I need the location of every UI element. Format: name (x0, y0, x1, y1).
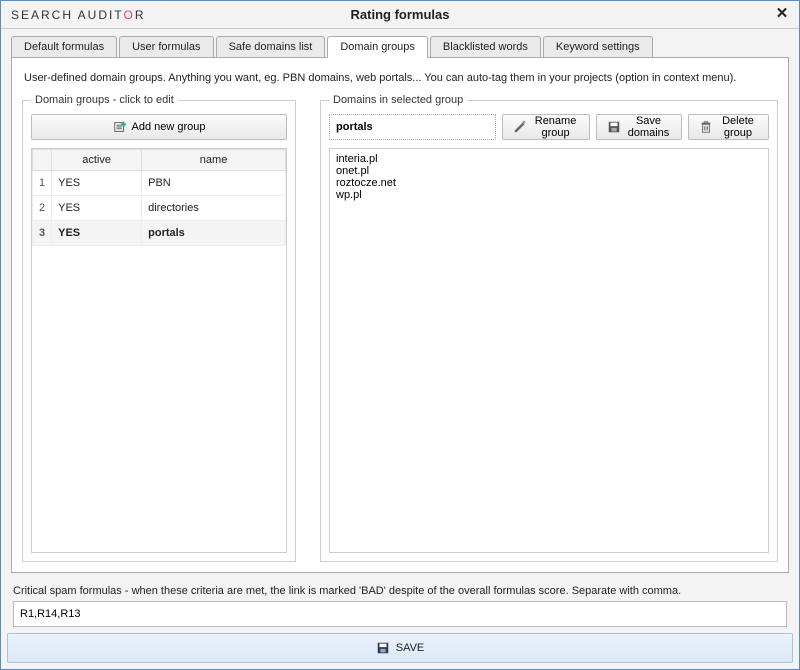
brand-logo: SEARCH AUDITOR (1, 8, 145, 22)
titlebar: SEARCH AUDITOR Rating formulas ✕ (1, 1, 799, 29)
rename-group-label: Rename group (532, 115, 579, 139)
domain-list-textarea[interactable] (329, 148, 769, 553)
pencil-icon (513, 120, 527, 134)
close-button[interactable]: ✕ (773, 5, 791, 23)
rename-group-button[interactable]: Rename group (502, 114, 590, 140)
group-name-input[interactable] (329, 114, 496, 140)
tab-domain-groups[interactable]: Domain groups (327, 36, 428, 58)
table-row[interactable]: 3 YES portals (33, 221, 286, 246)
floppy-icon (607, 120, 621, 134)
rating-formulas-window: SEARCH AUDITOR Rating formulas ✕ Default… (0, 0, 800, 670)
tab-blacklisted-words[interactable]: Blacklisted words (430, 36, 541, 58)
delete-group-button[interactable]: Delete group (688, 114, 769, 140)
add-new-group-button[interactable]: Add new group (31, 114, 287, 140)
domain-groups-table: active name 1 YES PBN (31, 148, 287, 553)
domain-groups-fieldset: Domain groups - click to edit Add new gr… (22, 94, 296, 562)
critical-formulas-label: Critical spam formulas - when these crit… (13, 585, 787, 597)
group-actions-row: Rename group Save domains (329, 114, 769, 140)
domain-groups-legend: Domain groups - click to edit (31, 94, 178, 106)
tab-keyword-settings[interactable]: Keyword settings (543, 36, 653, 58)
right-column: Domains in selected group Rename group (320, 94, 778, 562)
tab-default-formulas[interactable]: Default formulas (11, 36, 117, 58)
domains-in-group-fieldset: Domains in selected group Rename group (320, 94, 778, 562)
save-button-label: SAVE (396, 642, 425, 654)
tab-panel-domain-groups: User-defined domain groups. Anything you… (11, 57, 789, 573)
save-domains-button[interactable]: Save domains (596, 114, 682, 140)
columns: Domain groups - click to edit Add new gr… (22, 94, 778, 562)
tab-safe-domains[interactable]: Safe domains list (216, 36, 326, 58)
add-new-group-label: Add new group (132, 121, 206, 133)
add-group-icon (113, 120, 127, 134)
table-row[interactable]: 2 YES directories (33, 196, 286, 221)
domains-in-group-legend: Domains in selected group (329, 94, 467, 106)
tab-bar: Default formulas User formulas Safe doma… (1, 29, 799, 57)
panel-description: User-defined domain groups. Anything you… (24, 72, 776, 84)
table-row[interactable]: 1 YES PBN (33, 171, 286, 196)
save-domains-label: Save domains (626, 115, 671, 139)
col-name: name (142, 150, 286, 171)
delete-group-label: Delete group (718, 115, 758, 139)
left-column: Domain groups - click to edit Add new gr… (22, 94, 296, 562)
col-index (33, 150, 52, 171)
col-active: active (52, 150, 142, 171)
critical-formulas-input[interactable] (13, 601, 787, 627)
save-button[interactable]: SAVE (7, 633, 793, 663)
trash-icon (699, 120, 713, 134)
floppy-icon (376, 641, 390, 655)
tab-user-formulas[interactable]: User formulas (119, 36, 213, 58)
